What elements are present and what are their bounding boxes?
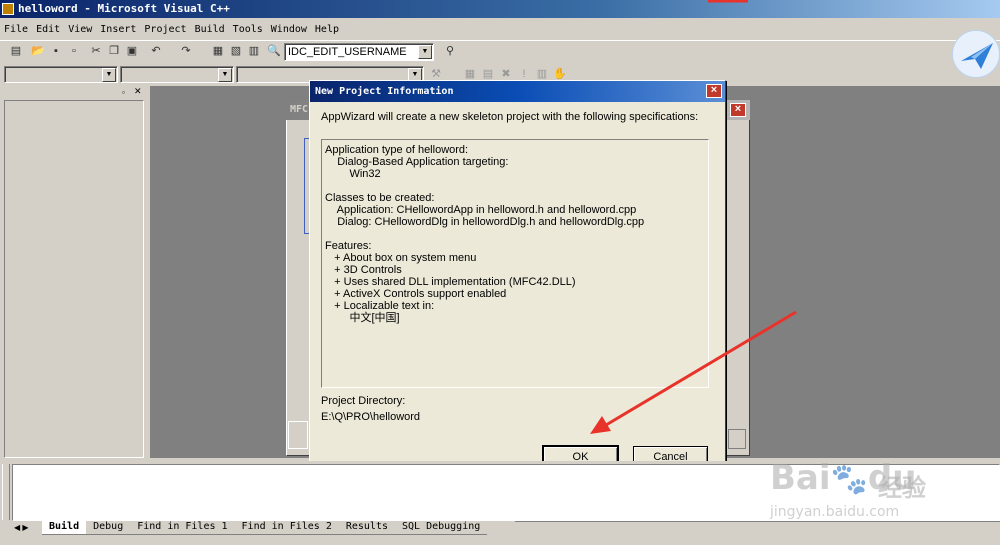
wizard-button-stub [288, 421, 308, 449]
copy-icon[interactable]: ❐ [106, 43, 122, 59]
maximize-pane-icon[interactable]: ▫ [122, 88, 125, 97]
menu-item-help[interactable]: Help [311, 20, 343, 39]
save-all-icon[interactable]: ▫ [66, 43, 82, 59]
workspace-pane[interactable] [4, 100, 144, 458]
spec-line: + Localizable text in: [325, 300, 435, 312]
tab-find-in-files-1[interactable]: Find in Files 1 [130, 520, 235, 535]
menu-item-build[interactable]: Build [191, 20, 229, 39]
tab-debug[interactable]: Debug [86, 520, 131, 535]
menu-item-view[interactable]: View [64, 20, 96, 39]
app-title: helloword - Microsoft Visual C++ [18, 2, 230, 15]
spec-line: Dialog-Based Application targeting: [325, 156, 509, 168]
spec-line: + 3D Controls [325, 264, 402, 276]
workspace-icon[interactable]: ▦ [210, 43, 226, 59]
tab-scroll-arrows[interactable]: ◀ ▶ [14, 521, 40, 534]
menu-item-project[interactable]: Project [140, 20, 190, 39]
tab-results[interactable]: Results [338, 520, 395, 535]
wizard-button-stub [728, 429, 746, 449]
save-icon[interactable]: ▪ [48, 43, 64, 59]
menu-item-file[interactable]: File [0, 20, 32, 39]
filter-combo[interactable]: ▼ [120, 66, 234, 83]
menu-item-insert[interactable]: Insert [96, 20, 140, 39]
menu-item-window[interactable]: Window [267, 20, 311, 39]
class-combo[interactable]: ▼ [4, 66, 118, 83]
tab-sql-debugging[interactable]: SQL Debugging [395, 520, 488, 535]
project-dir-label: Project Directory: [321, 395, 406, 407]
resource-id-value: IDC_EDIT_USERNAME [288, 46, 407, 58]
spec-line: + ActiveX Controls support enabled [325, 288, 507, 300]
workspace-pane-header: ▫ ✕ [4, 86, 144, 98]
menu-bar: File Edit View Insert Project Build Tools Windo… [0, 20, 1000, 39]
open-folder-icon[interactable]: 📂 [30, 43, 46, 59]
watermark-cn: 经验 [878, 474, 926, 502]
paste-icon[interactable]: ▣ [124, 43, 140, 59]
msdev-app-icon [2, 3, 14, 15]
new-file-icon[interactable]: ▤ [8, 43, 24, 59]
cut-icon[interactable]: ✂ [88, 43, 104, 59]
close-pane-icon[interactable]: ✕ [134, 86, 142, 97]
spec-line [325, 180, 708, 192]
spec-line [325, 228, 708, 240]
close-icon[interactable]: × [730, 103, 746, 117]
search-binoculars-icon[interactable]: ⚲ [442, 43, 458, 59]
specifications-text: Application type of helloword: Dialog-Ba… [322, 140, 708, 324]
chevron-down-icon[interactable]: ▼ [102, 68, 116, 82]
project-dir-value: E:\Q\PRO\helloword [321, 411, 421, 423]
menu-item-edit[interactable]: Edit [32, 20, 64, 39]
dialog-title: New Project Information [310, 81, 725, 102]
spec-line: Features: [325, 240, 372, 252]
spec-line: Application type of helloword: [325, 144, 469, 156]
watermark-brand: Bai [770, 458, 831, 498]
specifications-box[interactable]: Application type of helloword: Dialog-Ba… [321, 139, 709, 388]
app-logo-icon [952, 30, 1000, 78]
spec-line: Classes to be created: [325, 192, 435, 204]
spec-line: 中文[中国] [325, 312, 400, 324]
tab-build[interactable]: Build [42, 520, 87, 535]
spec-line: Application: CHellowordApp in helloword.… [325, 204, 637, 216]
spec-line: + About box on system menu [325, 252, 477, 264]
close-icon[interactable]: × [706, 84, 722, 98]
paw-icon: 🐾 [830, 462, 868, 497]
output-pane-grip[interactable] [2, 464, 10, 520]
chevron-down-icon[interactable]: ▼ [218, 68, 232, 82]
chevron-down-icon[interactable]: ▼ [418, 45, 432, 59]
menu-item-tools[interactable]: Tools [229, 20, 267, 39]
tab-find-in-files-2[interactable]: Find in Files 2 [234, 520, 339, 535]
spec-line: + Uses shared DLL implementation (MFC42.… [325, 276, 576, 288]
window-list-icon[interactable]: ▥ [246, 43, 262, 59]
redo-icon[interactable]: ↷ [178, 43, 194, 59]
spec-line: Win32 [325, 168, 381, 180]
app-title-bar: helloword - Microsoft Visual C++ [0, 0, 1000, 18]
dialog-intro: AppWizard will create a new skeleton pro… [321, 111, 699, 123]
output-tabs: Build Debug Find in Files 1 Find in Files 2… [42, 520, 488, 535]
spec-line: Dialog: CHellowordDlg in hellowordDlg.h … [325, 216, 645, 228]
bird-logo-icon [961, 43, 993, 69]
horizontal-scrollbar[interactable] [515, 521, 1000, 534]
undo-icon[interactable]: ↶ [148, 43, 164, 59]
output-window-icon[interactable]: ▧ [228, 43, 244, 59]
resource-id-combo[interactable]: IDC_EDIT_USERNAME ▼ [284, 43, 434, 61]
find-in-files-icon[interactable]: 🔍 [266, 43, 282, 59]
watermark-url: jingyan.baidu.com [770, 504, 900, 520]
